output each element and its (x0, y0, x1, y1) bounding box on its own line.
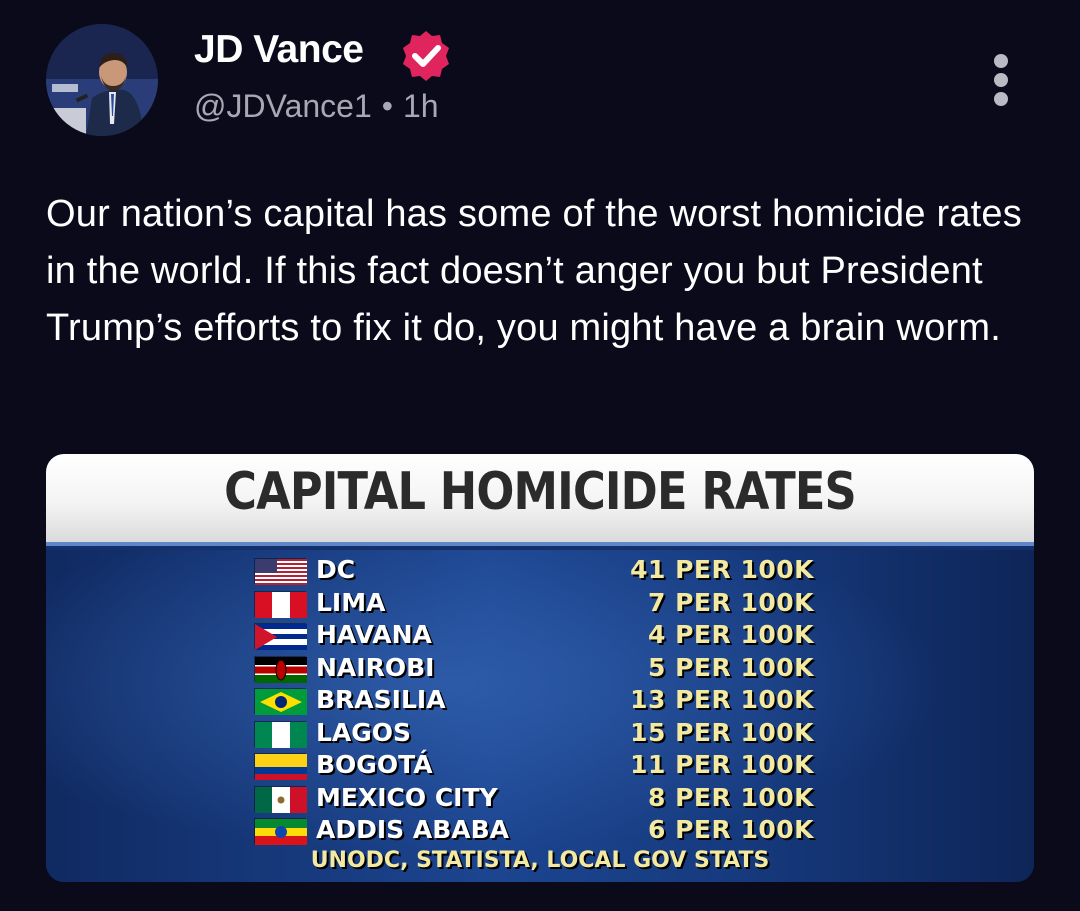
homicide-rate: 13 PER 100K (630, 685, 814, 714)
rate-row: DC 41 PER 100K (254, 554, 814, 587)
media-board: DC 41 PER 100K LIMA 7 PER 100K HAVANA 4 PER 1… (46, 550, 1034, 882)
post-timestamp[interactable]: 1h (403, 88, 439, 124)
flag-kenya-icon (254, 655, 307, 683)
city-name: NAIROBI (316, 652, 435, 682)
city-name: HAVANA (316, 620, 432, 649)
homicide-rate: 11 PER 100K (630, 750, 814, 779)
more-options-button[interactable] (984, 54, 1018, 106)
meta-separator: • (381, 88, 393, 124)
post-text: Our nation’s capital has some of the wor… (46, 193, 1022, 349)
homicide-rate: 15 PER 100K (630, 717, 814, 747)
rate-row: MEXICO CITY 8 PER 100K (254, 782, 814, 815)
city-name: BRASILIA (316, 685, 446, 714)
flag-ethiopia-icon (254, 818, 307, 845)
post: JD Vance @JDVance1 • 1h Our nation’s capit… (0, 0, 1080, 911)
rate-row: BOGOTÁ 11 PER 100K (254, 749, 814, 782)
city-name: LIMA (316, 587, 386, 617)
media-source: UNODC, STATISTA, LOCAL GOV STATS (310, 848, 770, 873)
flag-colombia-icon (254, 753, 307, 780)
author-handle[interactable]: @JDVance1 (194, 88, 372, 124)
rate-row: LAGOS 15 PER 100K (254, 717, 814, 750)
flag-usa-icon (254, 558, 307, 585)
city-name: BOGOTÁ (316, 750, 433, 779)
rate-row: LIMA 7 PER 100K (254, 587, 814, 620)
homicide-rate: 8 PER 100K (647, 782, 814, 812)
flag-cuba-icon (254, 623, 307, 650)
avatar-image (46, 24, 158, 136)
post-media-image[interactable]: CAPITAL HOMICIDE RATES DC 41 PER 100K LIMA… (46, 454, 1034, 882)
avatar[interactable] (46, 24, 158, 136)
homicide-rate: 5 PER 100K (647, 652, 814, 682)
flag-brazil-icon (254, 688, 307, 715)
rate-row: ADDIS ABABA 6 PER 100K (254, 814, 814, 847)
media-title: CAPITAL HOMICIDE RATES (224, 462, 857, 522)
homicide-rate: 41 PER 100K (630, 555, 814, 584)
rate-row: HAVANA 4 PER 100K (254, 619, 814, 652)
homicide-rate: 7 PER 100K (647, 587, 814, 617)
homicide-rate: 6 PER 100K (647, 815, 814, 844)
homicide-rate: 4 PER 100K (647, 620, 814, 649)
flag-nigeria-icon (254, 720, 307, 748)
city-name: ADDIS ABABA (316, 815, 510, 844)
more-vertical-icon (994, 54, 1008, 68)
city-name: DC (316, 555, 356, 584)
media-header: CAPITAL HOMICIDE RATES (46, 454, 1034, 546)
city-name: MEXICO CITY (316, 782, 498, 812)
rate-row: NAIROBI 5 PER 100K (254, 652, 814, 685)
rate-row: BRASILIA 13 PER 100K (254, 684, 814, 717)
author-name[interactable]: JD Vance (194, 28, 364, 72)
flag-mexico-icon (254, 785, 307, 813)
post-meta: @JDVance1 • 1h (194, 88, 439, 125)
city-name: LAGOS (316, 717, 412, 747)
verified-badge-icon (398, 28, 454, 84)
homicide-rate-list: DC 41 PER 100K LIMA 7 PER 100K HAVANA 4 PER 1… (254, 554, 814, 847)
flag-peru-icon (254, 590, 307, 618)
